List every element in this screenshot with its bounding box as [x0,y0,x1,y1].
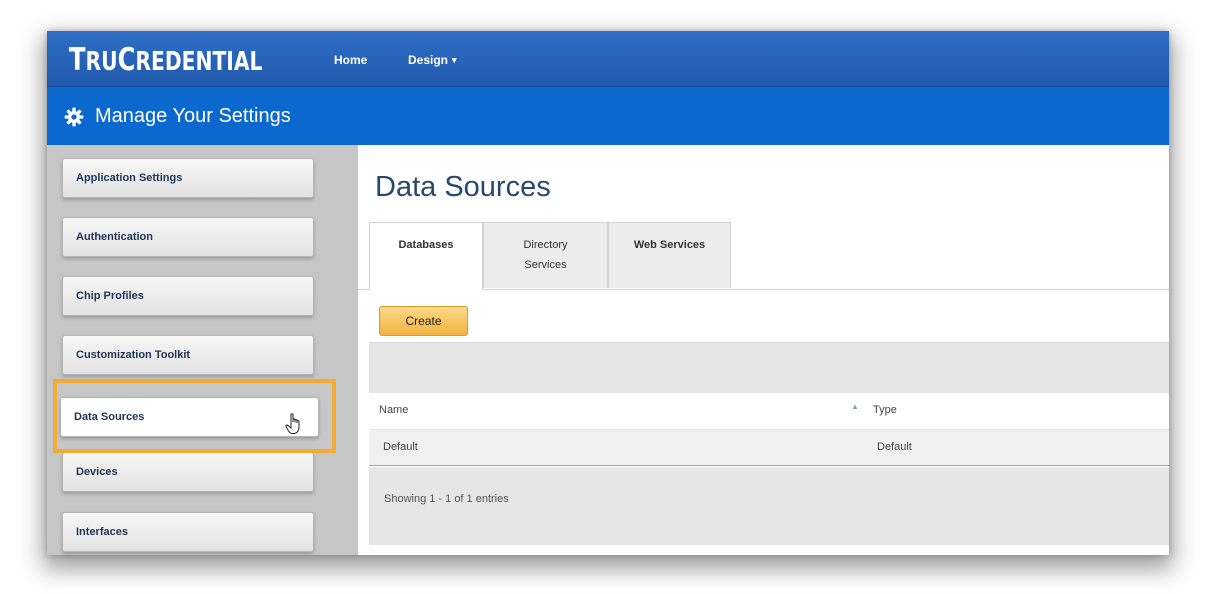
tab-label-line2: Services [524,259,567,271]
header-title: Manage Your Settings [95,105,291,127]
sidebar-item-application-settings[interactable]: Application Settings [62,158,314,198]
table-row[interactable]: Default Default [369,429,1169,466]
column-header-name[interactable]: Name [379,404,408,416]
app-window: TRUCREDENTIAL Home Design ▾ Manage Your S… [47,31,1169,555]
tab-label: Databases [398,239,454,251]
gear-icon [64,107,84,127]
sidebar-item-customization-toolkit[interactable]: Customization Toolkit [62,335,314,375]
sidebar-item-label: Customization Toolkit [76,349,191,361]
nav-design-label: Design [408,53,449,67]
settings-sidebar: Application Settings Authentication Chip… [47,145,358,555]
sidebar-item-chip-profiles[interactable]: Chip Profiles [62,276,314,316]
sidebar-item-label: Data Sources [74,411,145,423]
table-header: Name ▲ Type [369,393,1169,429]
sidebar-item-data-sources[interactable]: Data Sources [60,397,319,437]
column-header-type[interactable]: Type [873,404,897,416]
cell-name: Default [383,441,418,453]
sidebar-item-devices[interactable]: Devices [62,452,314,492]
sidebar-item-label: Devices [76,466,118,478]
main-content: Data Sources Databases Directory Services… [358,145,1169,555]
sort-ascending-icon[interactable]: ▲ [851,402,859,411]
sidebar-item-label: Chip Profiles [76,290,144,302]
sidebar-item-label: Authentication [76,231,153,243]
grid-toolbar [369,342,1169,393]
top-navbar: TRUCREDENTIAL Home Design ▾ [47,31,1169,87]
page-title: Data Sources [375,171,551,203]
table-footer: Showing 1 - 1 of 1 entries [369,467,1169,545]
sidebar-item-authentication[interactable]: Authentication [62,217,314,257]
tab-databases[interactable]: Databases [369,222,483,290]
tab-label: Web Services [633,239,706,251]
cell-type: Default [877,441,912,453]
chevron-down-icon: ▾ [452,55,457,65]
brand-logo[interactable]: TRUCREDENTIAL [69,42,262,78]
settings-header: Manage Your Settings [47,87,1169,145]
nav-design-menu[interactable]: Design ▾ [408,53,457,67]
sidebar-item-label: Interfaces [76,526,128,538]
nav-home-link[interactable]: Home [334,53,367,67]
tab-web-services[interactable]: Web Services [608,222,731,288]
hand-cursor-icon [285,413,300,434]
create-button[interactable]: Create [379,306,468,336]
tab-directory-services[interactable]: Directory Services [483,222,608,288]
sidebar-item-label: Application Settings [76,172,183,184]
pagination-status: Showing 1 - 1 of 1 entries [384,493,509,505]
sidebar-item-interfaces[interactable]: Interfaces [62,512,314,552]
tab-label-line1: Directory [523,239,568,251]
